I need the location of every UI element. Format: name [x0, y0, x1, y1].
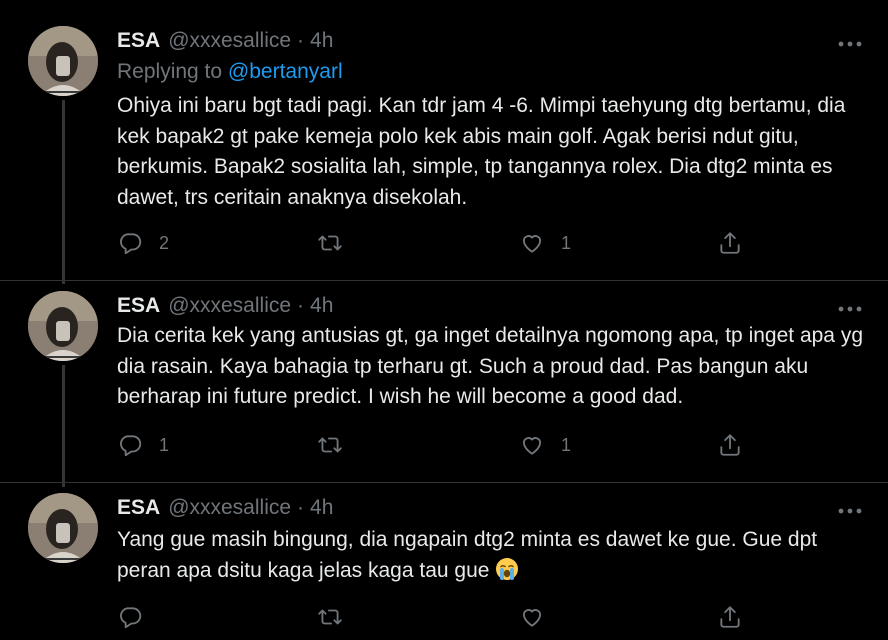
tweet[interactable]: ESA @xxxesallice · 4h Dia cerita kek yan… — [0, 281, 888, 481]
more-icon[interactable] — [836, 34, 864, 54]
separator-dot: · — [297, 29, 305, 52]
tweet-text: Yang gue masih bingung, dia ngapain dtg2… — [117, 525, 867, 586]
heart-icon — [522, 437, 542, 455]
tweet-text-body: Yang gue masih bingung, dia ngapain dtg2… — [117, 528, 818, 582]
reply-button[interactable]: 2 — [117, 229, 169, 257]
replying-prefix: Replying to — [117, 60, 223, 83]
avatar[interactable] — [28, 493, 98, 563]
author-name[interactable]: ESA — [117, 294, 160, 318]
share-icon — [720, 606, 740, 628]
author-name[interactable]: ESA — [117, 29, 160, 53]
heart-icon — [522, 609, 542, 627]
reply-count: 1 — [159, 434, 170, 455]
share-button[interactable] — [717, 229, 743, 257]
like-button[interactable]: 1 — [519, 229, 571, 257]
author-handle[interactable]: @xxxesallice — [168, 29, 291, 53]
replying-to: Replying to @bertanyarl — [117, 60, 343, 84]
retweet-button[interactable] — [317, 431, 359, 459]
separator-dot: · — [297, 294, 305, 317]
share-icon — [720, 232, 740, 254]
tweet-text: Ohiya ini baru bgt tadi pagi. Kan tdr ja… — [117, 94, 846, 209]
avatar[interactable] — [28, 291, 98, 361]
like-count: 1 — [561, 232, 572, 253]
reply-icon — [120, 233, 142, 255]
like-button[interactable]: 1 — [519, 431, 571, 459]
tweet-actions — [117, 603, 757, 631]
reply-button[interactable] — [117, 603, 159, 631]
like-count: 1 — [561, 434, 572, 455]
more-icon[interactable] — [836, 501, 864, 521]
retweet-button[interactable] — [317, 603, 359, 631]
like-button[interactable] — [519, 603, 561, 631]
timestamp[interactable]: 4h — [310, 29, 333, 53]
author-name[interactable]: ESA — [117, 496, 160, 520]
tweet-text: Dia cerita kek yang antusias gt, ga inge… — [117, 324, 863, 408]
timestamp[interactable]: 4h — [310, 294, 333, 318]
tweet-actions: 2 1 — [117, 229, 757, 257]
share-button[interactable] — [717, 603, 743, 631]
tweet[interactable]: ESA @xxxesallice · 4h Yang gue masih bin… — [0, 483, 888, 640]
reply-icon — [120, 435, 142, 457]
reply-icon — [120, 607, 142, 629]
loudly-crying-face-icon — [496, 557, 519, 580]
retweet-icon — [318, 609, 342, 625]
tweet-actions: 1 1 — [117, 431, 757, 459]
reply-button[interactable]: 1 — [117, 431, 169, 459]
more-icon[interactable] — [836, 299, 864, 319]
timestamp[interactable]: 4h — [310, 496, 333, 520]
author-handle[interactable]: @xxxesallice — [168, 496, 291, 520]
retweet-button[interactable] — [317, 229, 359, 257]
author-handle[interactable]: @xxxesallice — [168, 294, 291, 318]
retweet-icon — [318, 437, 342, 453]
mention-link[interactable]: @bertanyarl — [228, 60, 343, 83]
retweet-icon — [318, 235, 342, 251]
heart-icon — [522, 235, 542, 253]
share-button[interactable] — [717, 431, 743, 459]
separator-dot: · — [297, 496, 305, 519]
reply-count: 2 — [159, 232, 170, 253]
share-icon — [720, 434, 740, 456]
avatar[interactable] — [28, 26, 98, 96]
tweet[interactable]: ESA @xxxesallice · 4h Replying to @berta… — [0, 0, 888, 280]
